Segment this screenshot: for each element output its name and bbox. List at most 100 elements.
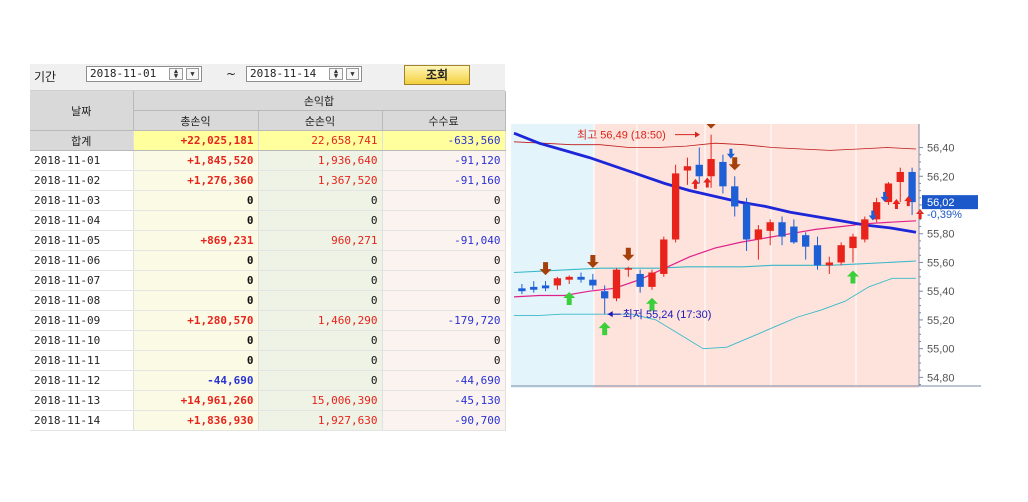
row-net: 0 [258,290,383,311]
row-gross: +1,845,520 [133,150,259,171]
candle-body[interactable] [766,222,774,231]
table-row[interactable]: 2018-11-08 0 0 0 [30,290,506,311]
candle-body[interactable] [825,262,833,266]
table-row[interactable]: 2018-11-11 0 0 0 [30,350,506,371]
start-date-dropdown-icon[interactable]: ▼ [186,68,199,80]
candle-body[interactable] [802,235,810,247]
row-gross: 0 [133,190,259,211]
candle-body[interactable] [565,276,573,280]
row-date: 2018-11-01 [30,150,134,171]
row-net: 15,006,390 [258,390,383,411]
table-row[interactable]: 2018-11-10 0 0 0 [30,330,506,351]
total-gross: +22,025,181 [133,130,259,151]
total-row[interactable]: 합계 +22,025,181 22,658,741 -633,560 [30,130,506,151]
profit-table: 날짜 손익합 총손익 순손익 수수료 합계 +22,025,181 22,658… [30,91,506,431]
table-row[interactable]: 2018-11-06 0 0 0 [30,250,506,271]
candle-body[interactable] [707,159,715,177]
candle-body[interactable] [790,226,798,243]
row-net: 1,936,640 [258,150,383,171]
y-tick-label: 56,40 [927,143,955,155]
col-header-gross[interactable]: 총손익 [133,110,259,131]
row-net: 1,927,630 [258,410,383,431]
row-net: 0 [258,370,383,391]
candle-body[interactable] [896,171,904,183]
query-button[interactable]: 조회 [404,65,470,85]
total-label: 합계 [30,130,134,151]
candle-body[interactable] [908,171,916,203]
table-row[interactable]: 2018-11-04 0 0 0 [30,210,506,231]
table-row[interactable]: 2018-11-12 -44,690 0 -44,690 [30,370,506,391]
row-fee: 0 [382,270,506,291]
row-fee: 0 [382,210,506,231]
table-row[interactable]: 2018-11-03 0 0 0 [30,190,506,211]
row-date: 2018-11-04 [30,210,134,231]
chart-canvas[interactable]: 최고 56,49 (18:50) 최저 55,24 (17:30) 56,40 56,… [511,115,981,388]
row-fee: 0 [382,350,506,371]
table-row[interactable]: 2018-11-02 +1,276,360 1,367,520 -91,160 [30,170,506,191]
candle-body[interactable] [518,288,526,292]
table-row[interactable]: 2018-11-05 +869,231 960,271 -91,040 [30,230,506,251]
candle-body[interactable] [636,273,644,287]
row-gross: 0 [133,250,259,271]
y-tick-label: 56,20 [927,171,955,183]
start-date-spin-icon[interactable]: ▲ ▼ [169,68,183,80]
total-fee: -633,560 [382,130,506,151]
candle-body[interactable] [778,222,786,237]
col-header-fee[interactable]: 수수료 [382,110,506,131]
candle-body[interactable] [589,279,597,286]
table-row[interactable]: 2018-11-07 0 0 0 [30,270,506,291]
y-tick-label: 54,80 [927,372,955,384]
candle-body[interactable] [601,291,609,299]
y-tick-label: 55,20 [927,315,955,327]
current-price-label: 56,02 [927,197,955,209]
candle-body[interactable] [719,161,727,187]
row-date: 2018-11-12 [30,370,134,391]
candle-body[interactable] [612,269,621,299]
candle-body[interactable] [530,286,538,290]
candle-body[interactable] [683,166,692,171]
row-net: 0 [258,190,383,211]
table-row[interactable]: 2018-11-13 +14,961,260 15,006,390 -45,130 [30,390,506,411]
end-date-field[interactable]: 2018-11-14 ▲ ▼ ▼ [246,66,362,82]
candle-body[interactable] [553,278,562,286]
col-header-net[interactable]: 순손익 [258,110,383,131]
candle-body[interactable] [837,245,845,263]
row-date: 2018-11-06 [30,250,134,271]
candle-body[interactable] [742,203,751,240]
candle-body[interactable] [731,186,739,207]
start-date-value: 2018-11-01 [90,67,157,80]
candle-body[interactable] [754,229,763,240]
candle-body[interactable] [541,285,550,289]
candle-body[interactable] [861,219,869,240]
end-date-dropdown-icon[interactable]: ▼ [346,68,359,80]
end-date-spin-icon[interactable]: ▲ ▼ [329,68,343,80]
table-row[interactable]: 2018-11-14 +1,836,930 1,927,630 -90,700 [30,410,506,431]
candle-body[interactable] [849,236,857,249]
start-date-field[interactable]: 2018-11-01 ▲ ▼ ▼ [86,66,202,82]
candle-body[interactable] [813,245,822,266]
filter-bar: 기간 2018-11-01 ▲ ▼ ▼ ~ 2018-11-14 ▲ ▼ ▼ 조회 [30,64,505,91]
row-gross: 0 [133,350,259,371]
row-gross: +1,276,360 [133,170,259,191]
col-header-date[interactable]: 날짜 [30,91,134,131]
candle-body[interactable] [660,239,668,274]
candle-body[interactable] [577,276,585,280]
col-header-group: 손익합 [133,91,506,111]
row-date: 2018-11-09 [30,310,134,331]
row-gross: 0 [133,210,259,231]
price-chart[interactable]: 최고 56,49 (18:50) 최저 55,24 (17:30) 56,40 56,… [511,115,981,388]
row-fee: 0 [382,250,506,271]
candle-body[interactable] [671,173,680,240]
row-date: 2018-11-07 [30,270,134,291]
candle-body[interactable] [624,268,632,270]
table-row[interactable]: 2018-11-01 +1,845,520 1,936,640 -91,120 [30,150,506,171]
row-date: 2018-11-11 [30,350,134,371]
table-row[interactable]: 2018-11-09 +1,280,570 1,460,290 -179,720 [30,310,506,331]
row-fee: -45,130 [382,390,506,411]
period-label: 기간 [34,70,57,84]
row-net: 0 [258,250,383,271]
row-date: 2018-11-03 [30,190,134,211]
row-fee: 0 [382,290,506,311]
candle-body[interactable] [648,272,656,287]
candle-body[interactable] [695,164,703,177]
